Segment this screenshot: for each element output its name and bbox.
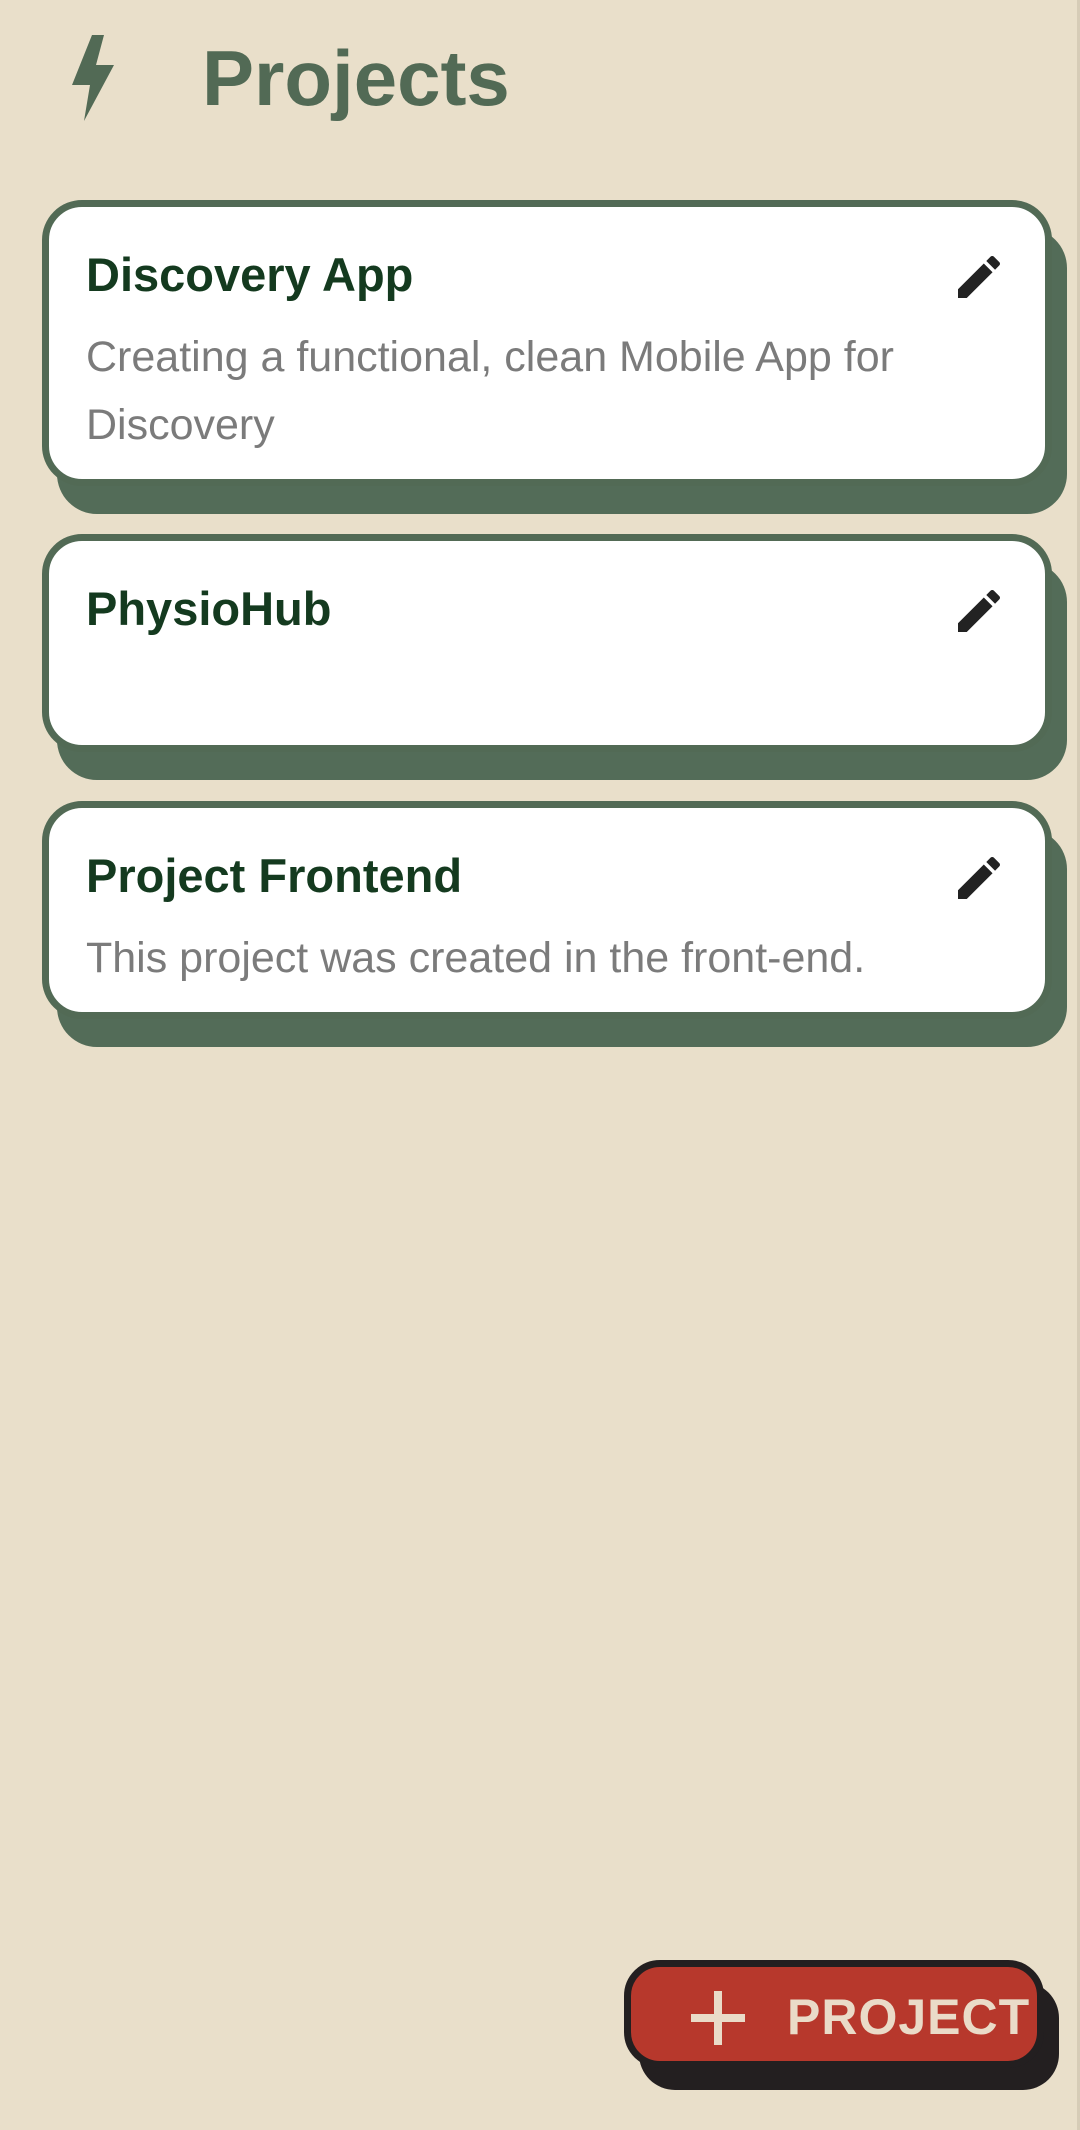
project-name: PhysioHub (86, 582, 332, 635)
project-card-body[interactable]: PhysioHub (42, 534, 1052, 752)
project-description: This project was created in the front-en… (86, 934, 866, 982)
pencil-icon (958, 856, 1001, 899)
app-header: Projects (0, 0, 1080, 160)
add-project-fab[interactable]: PROJECT (624, 1960, 1059, 2090)
pencil-icon (958, 589, 1001, 632)
edit-project-button[interactable] (943, 842, 1015, 914)
project-card-body[interactable]: Project Frontend This project was create… (42, 801, 1052, 1019)
pencil-icon (958, 255, 1001, 298)
project-description: Creating a functional, clean Mobile App … (86, 333, 894, 449)
add-project-button[interactable]: PROJECT (624, 1960, 1044, 2068)
edit-project-button[interactable] (943, 575, 1015, 647)
add-project-label: PROJECT (787, 1989, 1031, 2045)
edit-project-button[interactable] (943, 241, 1015, 313)
bolt-icon (72, 35, 114, 121)
project-card[interactable]: Project Frontend This project was create… (42, 801, 1067, 1047)
plus-icon (691, 1991, 745, 2045)
project-name: Project Frontend (86, 849, 463, 902)
page-title: Projects (202, 34, 510, 122)
project-card-body[interactable]: Discovery App Creating a functional, cle… (42, 200, 1052, 486)
project-card[interactable]: PhysioHub (42, 534, 1067, 780)
project-card[interactable]: Discovery App Creating a functional, cle… (42, 200, 1067, 514)
project-name: Discovery App (86, 248, 414, 301)
